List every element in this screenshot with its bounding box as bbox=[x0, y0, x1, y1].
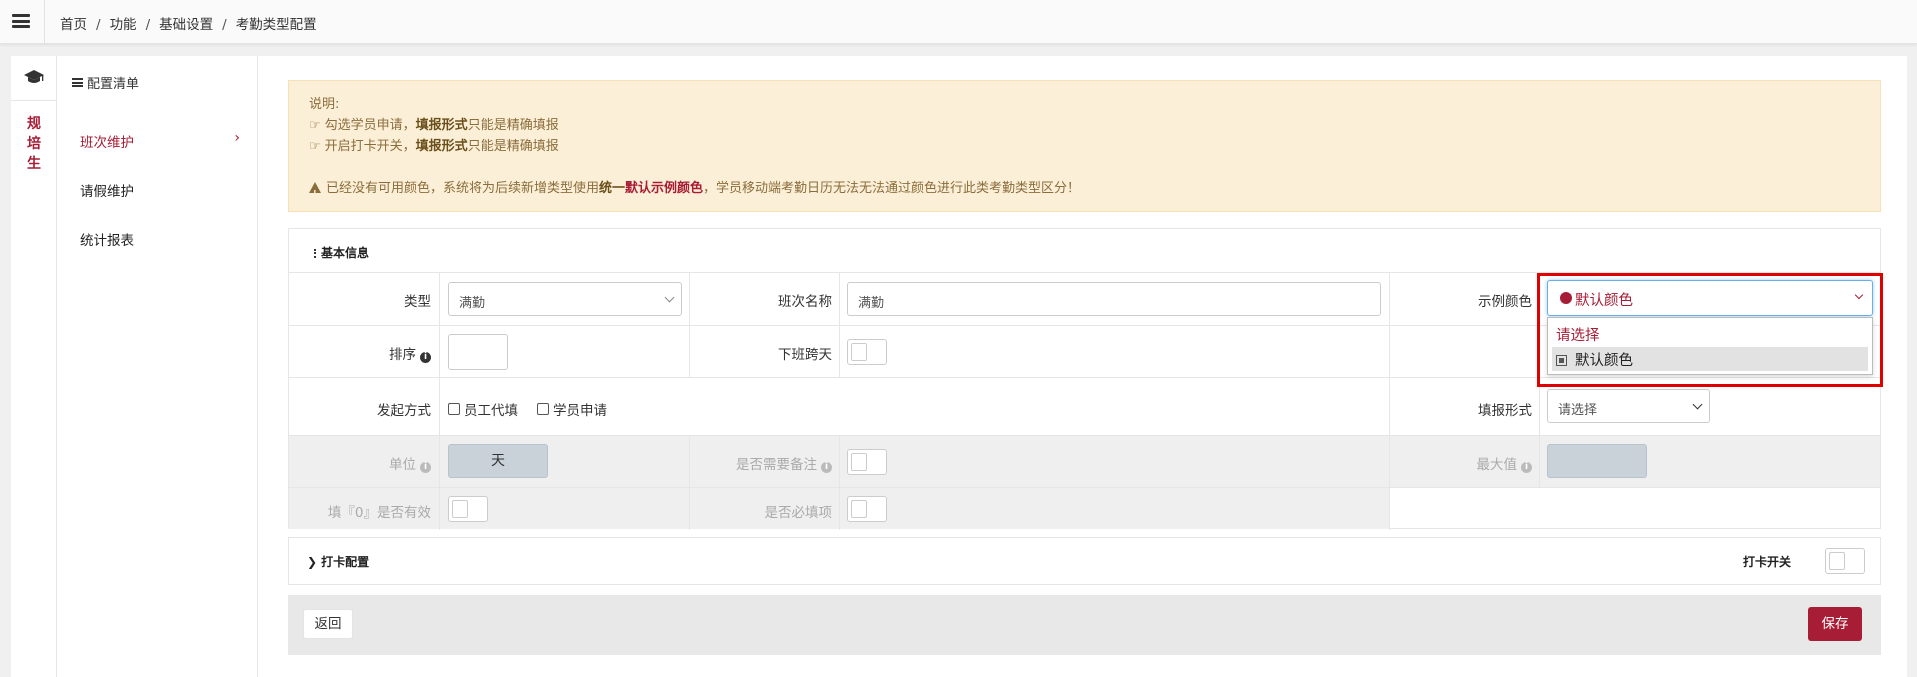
notice-text: 只能是精确填报 bbox=[467, 118, 559, 133]
hand-pointer-icon: ☞ bbox=[309, 118, 321, 133]
rail-divider bbox=[11, 100, 56, 101]
notice-panel: 说明: ☞ 勾选学员申请，填报形式只能是精确填报 ☞ 开启打卡开关，填报形式只能是精… bbox=[288, 80, 1881, 212]
zero-valid-label: 填『0』是否有效 bbox=[327, 505, 431, 521]
shift-name-input[interactable]: 满勤 bbox=[847, 282, 1381, 316]
checkbox-label: 员工代填 bbox=[464, 403, 518, 419]
sort-input[interactable] bbox=[448, 334, 508, 370]
sidebar-item-label: 统计报表 bbox=[80, 233, 134, 249]
initiate-label: 发起方式 bbox=[377, 403, 431, 419]
required-label: 是否必填项 bbox=[764, 505, 833, 521]
section-title: 基本信息 bbox=[314, 244, 369, 261]
breadcrumb: 首页 / 功能 / 基础设置 / 考勤类型配置 bbox=[60, 17, 317, 33]
cross-day-label: 下班跨天 bbox=[778, 347, 832, 363]
checkin-switch-toggle[interactable] bbox=[1825, 548, 1865, 574]
fill-form-select-value: 请选择 bbox=[1558, 403, 1598, 418]
sidebar-item-shift[interactable]: 班次维护 › bbox=[80, 130, 240, 151]
form-row-5: 填『0』是否有效 是否必填项 bbox=[289, 487, 1880, 530]
notice-text: 只能是精确填报 bbox=[467, 139, 559, 154]
notice-bold: 填报形式 bbox=[415, 139, 468, 154]
breadcrumb-current: 考勤类型配置 bbox=[235, 17, 317, 33]
chevron-down-icon bbox=[664, 292, 675, 303]
notice-text: 已经没有可用颜色，系统将为后续新增类型使用 bbox=[326, 181, 600, 196]
cross-day-toggle[interactable] bbox=[847, 339, 887, 365]
need-remark-label-text: 是否需要备注 bbox=[736, 457, 817, 473]
type-label: 类型 bbox=[404, 294, 431, 310]
need-remark-toggle[interactable] bbox=[847, 449, 887, 475]
info-icon[interactable]: i bbox=[420, 352, 431, 363]
sort-label: 排序 i bbox=[289, 343, 431, 363]
checkin-title-text: 打卡配置 bbox=[321, 555, 370, 569]
notice-text: ，学员移动端考勤日历无法无法通过颜色进行此类考勤类型区分！ bbox=[703, 181, 1081, 196]
breadcrumb-basic-settings[interactable]: 基础设置 bbox=[159, 17, 213, 33]
checkbox-label: 学员申请 bbox=[553, 403, 607, 419]
type-select-value: 满勤 bbox=[459, 296, 486, 311]
notice-bold: 填报形式 bbox=[415, 118, 468, 133]
notice-line-1: ☞ 勾选学员申请，填报形式只能是精确填报 bbox=[309, 115, 1880, 136]
footer-bar: 返回 保存 bbox=[288, 595, 1881, 655]
checkin-config-panel: ❯ 打卡配置 打卡开关 bbox=[288, 537, 1881, 585]
max-value-input[interactable] bbox=[1547, 444, 1647, 478]
list-icon bbox=[72, 78, 83, 87]
warning-icon bbox=[309, 182, 321, 204]
max-value-label: 最大值 i bbox=[1389, 453, 1532, 473]
info-icon[interactable]: i bbox=[1521, 462, 1532, 473]
fill-form-label: 填报形式 bbox=[1478, 403, 1532, 419]
breadcrumb-function[interactable]: 功能 bbox=[110, 17, 137, 33]
save-button[interactable]: 保存 bbox=[1808, 607, 1862, 641]
notice-line-2: ☞ 开启打卡开关，填报形式只能是精确填报 bbox=[309, 136, 1880, 157]
graduation-cap-icon[interactable] bbox=[24, 68, 44, 86]
max-value-label-text: 最大值 bbox=[1476, 457, 1518, 473]
back-button[interactable]: 返回 bbox=[303, 609, 353, 639]
notice-heading: 说明: bbox=[309, 97, 340, 112]
sidebar-title: 配置清单 bbox=[87, 77, 140, 92]
sidebar-item-report[interactable]: 统计报表 bbox=[80, 229, 240, 249]
sidebar-item-label: 请假维护 bbox=[80, 184, 134, 200]
info-icon[interactable]: i bbox=[420, 462, 431, 473]
hand-pointer-icon: ☞ bbox=[309, 139, 321, 154]
notice-highlight: 默认示例颜色 bbox=[625, 181, 704, 196]
checkin-switch-label: 打卡开关 bbox=[1742, 555, 1791, 569]
type-select[interactable]: 满勤 bbox=[448, 282, 682, 316]
color-label: 示例颜色 bbox=[1478, 294, 1532, 310]
role-label[interactable]: 规培生 bbox=[26, 114, 42, 174]
checkbox-box[interactable] bbox=[537, 403, 549, 415]
shift-name-label: 班次名称 bbox=[778, 294, 832, 310]
sort-label-text: 排序 bbox=[389, 347, 416, 363]
required-toggle[interactable] bbox=[847, 496, 887, 522]
section-title-text: 基本信息 bbox=[321, 246, 370, 260]
notice-text: 开启打卡开关， bbox=[324, 139, 416, 154]
unit-label: 单位 i bbox=[289, 453, 431, 473]
role-rail: 规培生 bbox=[11, 56, 57, 677]
top-bar-divider bbox=[44, 0, 45, 44]
zero-valid-toggle[interactable] bbox=[448, 496, 488, 522]
chevron-right-icon: › bbox=[234, 130, 240, 146]
checkbox-student-apply[interactable]: 学员申请 bbox=[537, 399, 607, 419]
fill-form-select[interactable]: 请选择 bbox=[1547, 389, 1710, 423]
notice-bold: 统一 bbox=[599, 181, 626, 196]
info-icon[interactable]: i bbox=[821, 462, 832, 473]
checkbox-box[interactable] bbox=[448, 403, 460, 415]
notice-warning: 已经没有可用颜色，系统将为后续新增类型使用统一默认示例颜色，学员移动端考勤日历无… bbox=[309, 178, 1880, 204]
checkin-config-toggle[interactable]: ❯ 打卡配置 bbox=[307, 553, 369, 570]
chevron-down-icon bbox=[1692, 399, 1703, 410]
checkbox-staff-fill[interactable]: 员工代填 bbox=[448, 399, 518, 419]
sidebar-item-leave[interactable]: 请假维护 bbox=[80, 180, 240, 200]
notice-text: 勾选学员申请， bbox=[324, 118, 416, 133]
breadcrumb-home[interactable]: 首页 bbox=[60, 17, 87, 33]
sidebar-item-label: 班次维护 bbox=[80, 135, 134, 151]
unit-day-button[interactable]: 天 bbox=[448, 444, 548, 478]
config-sidebar: 配置清单 班次维护 › 请假维护 统计报表 bbox=[58, 56, 258, 677]
menu-icon[interactable] bbox=[12, 14, 30, 28]
highlight-frame bbox=[1537, 273, 1883, 387]
chevron-right-icon: ❯ bbox=[307, 555, 318, 569]
info-dots-icon bbox=[314, 249, 316, 258]
need-remark-label: 是否需要备注 i bbox=[689, 453, 832, 473]
sidebar-header: 配置清单 bbox=[72, 73, 139, 92]
form-row-4: 单位 i 天 是否需要备注 i 最大值 i bbox=[289, 435, 1880, 488]
unit-label-text: 单位 bbox=[389, 457, 416, 473]
top-bar: 首页 / 功能 / 基础设置 / 考勤类型配置 bbox=[0, 0, 1917, 44]
